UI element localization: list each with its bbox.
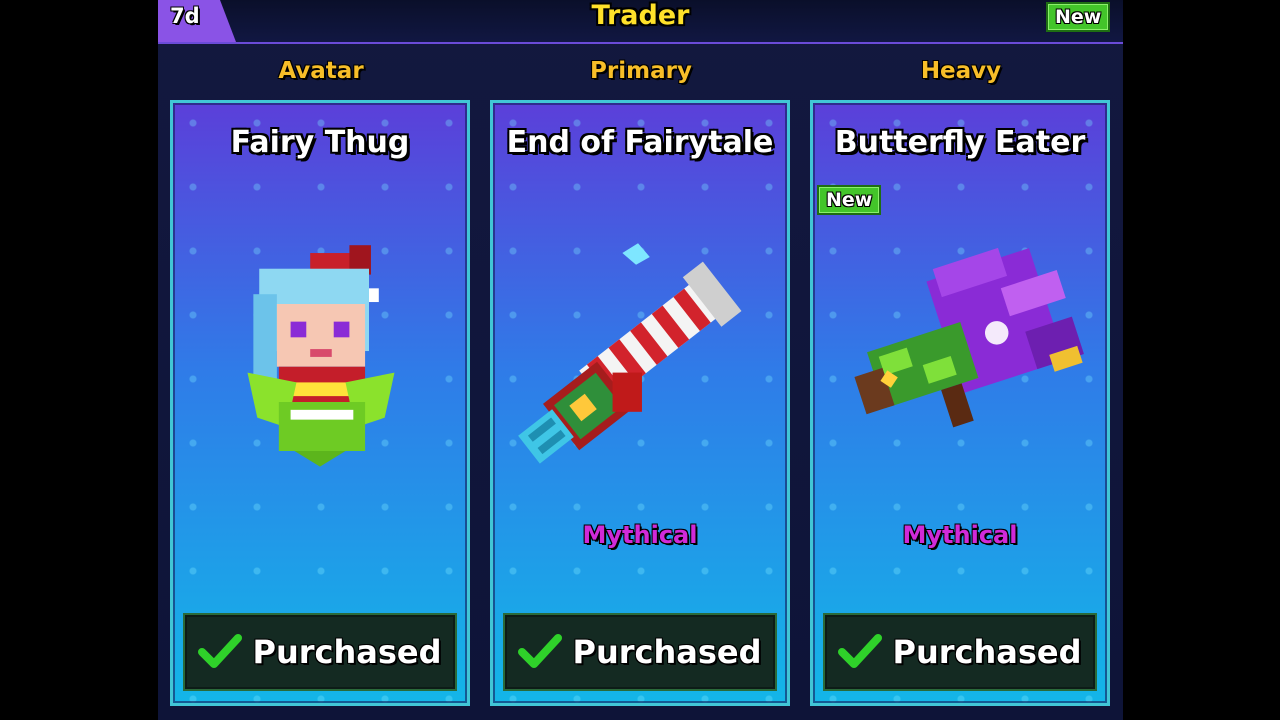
item-card-heavy[interactable]: Butterfly Eater New Mythical Purchased xyxy=(810,100,1110,706)
purchased-label: Purchased xyxy=(572,633,762,671)
page-title: Trader xyxy=(591,0,690,31)
purchased-label: Purchased xyxy=(252,633,442,671)
rarity-label: Mythical xyxy=(582,521,698,549)
check-icon xyxy=(518,634,563,668)
category-avatar: Avatar xyxy=(278,58,364,84)
category-heavy: Heavy xyxy=(920,58,1002,84)
item-name: Fairy Thug xyxy=(230,125,410,160)
item-card-avatar[interactable]: Fairy Thug Purchased xyxy=(170,100,470,706)
check-icon xyxy=(198,634,243,668)
purchased-button[interactable]: Purchased xyxy=(183,613,457,691)
candy-cane-gun-icon xyxy=(518,243,742,464)
purchased-label: Purchased xyxy=(892,633,1082,671)
purchased-button[interactable]: Purchased xyxy=(823,613,1097,691)
new-badge[interactable]: New xyxy=(1046,2,1111,32)
category-primary: Primary xyxy=(590,58,692,84)
new-badge[interactable]: New xyxy=(817,185,882,215)
trader-panel: 7d Trader New Avatar Fairy Thug Purchase… xyxy=(158,0,1123,720)
item-name: Butterfly Eater xyxy=(834,125,1086,160)
avatar-art xyxy=(247,245,395,467)
item-name: End of Fairytale xyxy=(506,125,774,160)
top-bar: 7d Trader New xyxy=(158,0,1123,44)
butterfly-eater-gun-icon xyxy=(854,247,1084,428)
purchased-button[interactable]: Purchased xyxy=(503,613,777,691)
rarity-label: Mythical xyxy=(902,521,1018,549)
item-card-primary[interactable]: End of Fairytale Mythical Purchased xyxy=(490,100,790,706)
check-icon xyxy=(838,634,883,668)
